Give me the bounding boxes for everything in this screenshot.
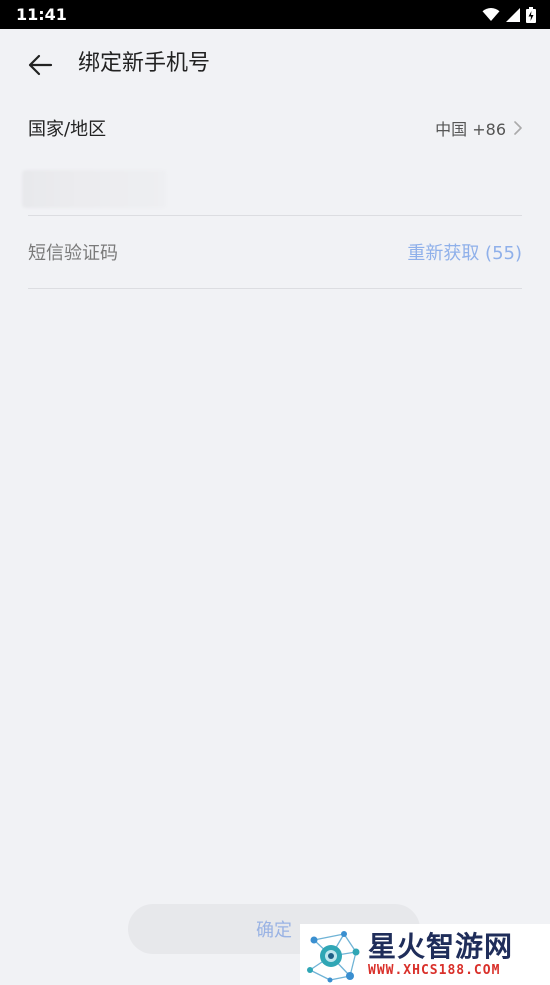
- region-value: 中国 +86: [435, 120, 506, 139]
- region-selector[interactable]: 国家/地区 中国 +86: [28, 100, 522, 156]
- network-logo-icon: [307, 931, 360, 983]
- watermark-title: 星火智游网: [368, 930, 514, 963]
- phone-number-field[interactable]: [22, 156, 522, 216]
- phone-number-redacted: [22, 170, 166, 208]
- watermark-text: 星火智游网 WWW.XHCS188.COM: [366, 930, 514, 979]
- status-time: 11:41: [16, 5, 67, 24]
- region-value-group: 中国 +86: [435, 116, 522, 140]
- back-button[interactable]: [24, 49, 56, 81]
- status-icons: [482, 6, 536, 23]
- app-header: 绑定新手机号: [0, 29, 550, 99]
- watermark: 星火智游网 WWW.XHCS188.COM: [300, 924, 550, 985]
- sms-code-field[interactable]: 短信验证码 重新获取 (55): [28, 216, 522, 289]
- arrow-left-icon: [28, 54, 53, 76]
- watermark-logo: [300, 924, 366, 985]
- page-title: 绑定新手机号: [78, 51, 211, 76]
- resend-code-button[interactable]: 重新获取 (55): [407, 239, 522, 265]
- signal-icon: [506, 7, 520, 22]
- chevron-right-icon: [514, 121, 522, 135]
- battery-icon: [526, 6, 536, 23]
- watermark-url: WWW.XHCS188.COM: [368, 963, 501, 978]
- region-label: 国家/地区: [28, 119, 107, 140]
- sms-code-label: 短信验证码: [28, 243, 118, 264]
- status-bar: 11:41: [0, 0, 550, 29]
- wifi-icon: [482, 7, 500, 21]
